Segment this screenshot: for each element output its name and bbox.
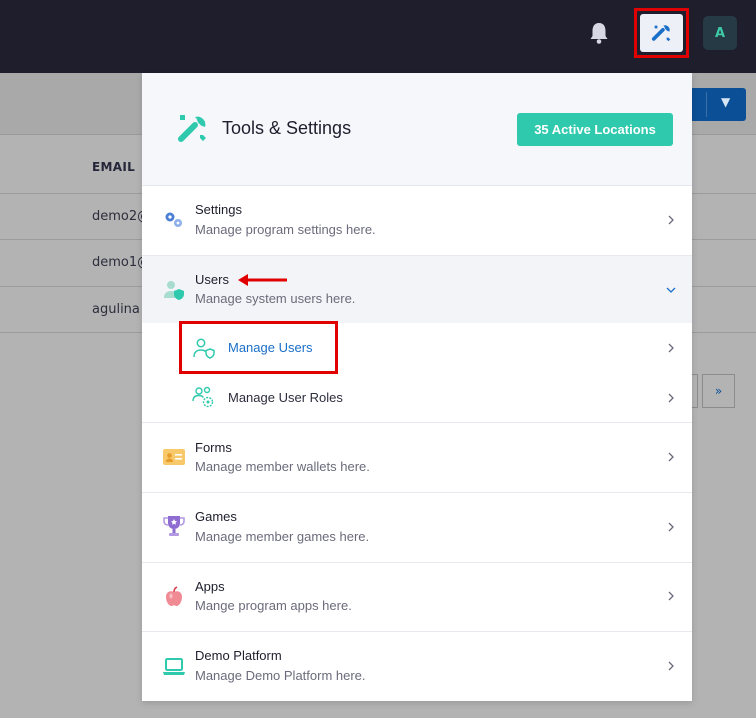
menu-item-forms[interactable]: Forms Manage member wallets here. [142,423,692,492]
chevron-right-icon [668,215,674,225]
submenu-item-manage-user-roles[interactable]: Manage User Roles [142,373,692,422]
chevron-down-icon[interactable]: ▼ [721,95,730,109]
top-navbar: A [0,0,756,73]
menu-item-title: Forms [195,440,232,455]
tools-settings-dropdown: Tools & Settings 35 Active Locations Set… [142,73,692,701]
menu-item-title: Demo Platform [195,648,282,663]
menu-item-games[interactable]: Games Manage member games here. [142,493,692,562]
menu-item-desc: Manage Demo Platform here. [195,668,366,683]
menu-item-apps[interactable]: Apps Mange program apps here. [142,563,692,632]
pager-next-button[interactable]: » [702,374,735,408]
table-header-email[interactable]: EMAIL [92,160,135,174]
id-card-icon [163,449,185,465]
chevron-right-icon [668,393,674,403]
submenu-item-title: Manage User Roles [228,390,343,405]
chevron-down-icon [666,287,676,293]
chevron-right-icon [668,343,674,353]
user-shield-icon [164,281,184,300]
apple-icon [166,586,182,606]
bell-icon[interactable] [588,20,610,46]
gears-icon [165,212,182,227]
annotation-arrow-icon [238,274,287,286]
menu-item-settings[interactable]: Settings Manage program settings here. [142,186,692,256]
chevron-right-icon [668,591,674,601]
trophy-icon [163,516,185,536]
annotation-highlight-box [179,321,338,374]
menu-item-demo-platform[interactable]: Demo Platform Manage Demo Platform here. [142,632,692,701]
user-avatar[interactable]: A [703,16,737,50]
laptop-icon [163,658,185,675]
users-gear-icon [192,386,214,408]
page-action-button[interactable] [690,88,746,121]
chevron-right-icon [668,522,674,532]
active-locations-badge[interactable]: 35 Active Locations [517,113,673,146]
menu-item-desc: Manage program settings here. [195,222,376,237]
menu-item-title: Settings [195,202,242,217]
table-cell-email: agulina [92,302,140,317]
chevron-right-icon [668,661,674,671]
menu-item-desc: Manage member wallets here. [195,459,370,474]
tools-icon [651,25,670,42]
menu-item-desc: Manage system users here. [195,291,356,306]
tools-settings-button[interactable] [634,8,689,58]
chevron-right-icon [668,452,674,462]
menu-item-desc: Manage member games here. [195,529,370,544]
menu-item-title: Apps [195,579,225,594]
menu-item-desc: Mange program apps here. [195,598,352,613]
menu-item-title: Games [195,509,237,524]
button-separator [706,92,707,117]
menu-item-title: Users [195,272,229,287]
dropdown-header: Tools & Settings 35 Active Locations [142,73,692,186]
tools-icon [178,115,206,142]
dropdown-title: Tools & Settings [222,118,352,138]
